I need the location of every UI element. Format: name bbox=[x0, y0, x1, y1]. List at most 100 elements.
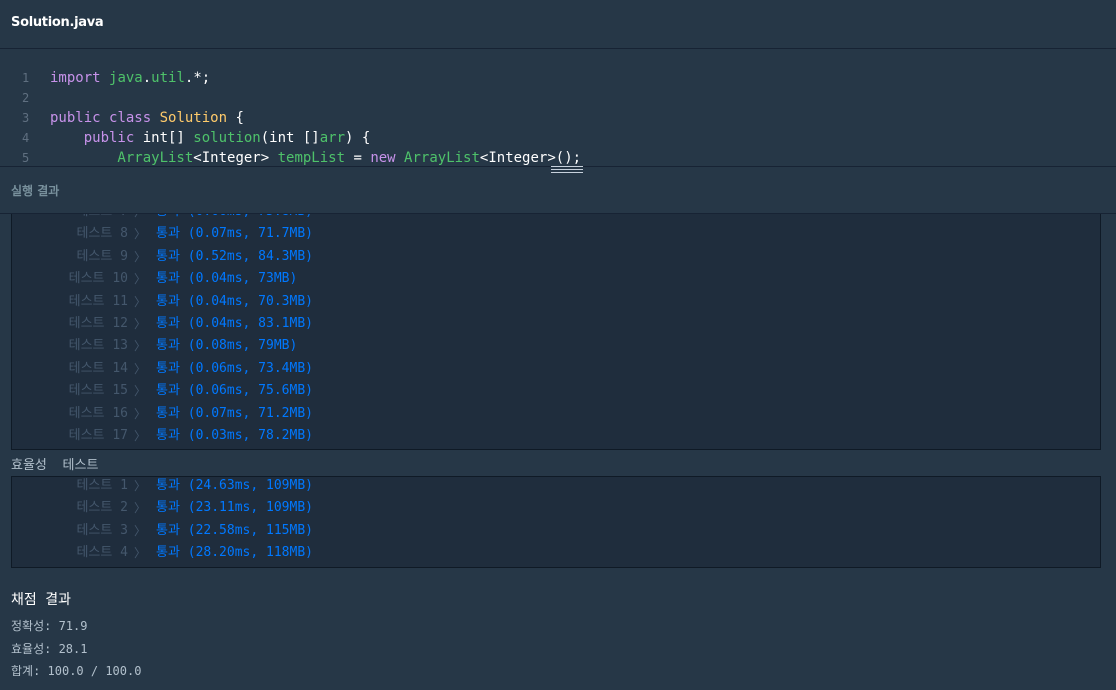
test-result-row[interactable]: 테스트 12 〉 통과 (0.04ms, 83.1MB) bbox=[12, 313, 1100, 335]
test-result-status: 통과 (0.06ms, 73.4MB) bbox=[156, 360, 313, 376]
chevron-right-icon: 〉 bbox=[134, 384, 147, 399]
efficiency-section-label: 효율성 테스트 bbox=[11, 458, 99, 473]
test-result-row[interactable]: 테스트 1 〉 통과 (24.63ms, 109MB) bbox=[12, 475, 1100, 497]
code-token: public bbox=[50, 130, 143, 146]
test-result-row[interactable]: 테스트 11 〉 통과 (0.04ms, 70.3MB) bbox=[12, 291, 1100, 313]
chevron-right-icon: 〉 bbox=[134, 294, 147, 309]
line-number: 3 bbox=[22, 111, 30, 125]
code-token: util bbox=[151, 70, 185, 86]
test-result-row[interactable]: 테스트 3 〉 통과 (22.58ms, 115MB) bbox=[12, 520, 1100, 542]
results-header: 실행 결과 bbox=[0, 166, 1116, 214]
test-result-row[interactable]: 테스트 4 〉 통과 (28.20ms, 118MB) bbox=[12, 542, 1100, 564]
code-token: class bbox=[109, 110, 160, 126]
test-label: 테스트 3 bbox=[76, 522, 128, 538]
file-header: Solution.java bbox=[0, 0, 1116, 49]
test-result-row[interactable]: 테스트 8 〉 통과 (0.07ms, 71.7MB) bbox=[12, 223, 1100, 245]
test-result-status: 통과 (0.08ms, 79MB) bbox=[156, 338, 298, 354]
test-result-row[interactable]: 테스트 2 〉 통과 (23.11ms, 109MB) bbox=[12, 497, 1100, 519]
test-result-status: 통과 (0.07ms, 71.2MB) bbox=[156, 405, 313, 421]
code-line[interactable]: 5 ArrayList<Integer> tempList = new Arra… bbox=[0, 148, 1116, 166]
test-label: 테스트 15 bbox=[68, 383, 128, 399]
test-label: 테스트 13 bbox=[68, 338, 128, 354]
chevron-right-icon: 〉 bbox=[134, 429, 147, 443]
chevron-right-icon: 〉 bbox=[134, 272, 147, 287]
test-label: 테스트 4 bbox=[76, 545, 128, 561]
code-token: (int [] bbox=[260, 130, 320, 146]
code-token: solution bbox=[193, 130, 261, 146]
test-label: 테스트 17 bbox=[68, 428, 128, 443]
chevron-right-icon: 〉 bbox=[134, 249, 147, 264]
line-number: 2 bbox=[22, 91, 30, 105]
code-line[interactable]: 3 public class Solution { bbox=[0, 108, 1116, 128]
test-label: 테스트 12 bbox=[68, 316, 128, 331]
code-text: ArrayList<Integer> tempList = new ArrayL… bbox=[50, 148, 581, 166]
code-line[interactable]: 4 public int[] solution(int []arr) { bbox=[0, 128, 1116, 148]
code-token: arr bbox=[319, 130, 346, 146]
efficiency-test-list: 테스트 1 〉 통과 (24.63ms, 109MB) 테스트 2 〉 통과 (23.11… bbox=[11, 476, 1101, 568]
code-token: ArrayList bbox=[404, 150, 480, 166]
code-token: ArrayList bbox=[50, 150, 194, 166]
test-label: 테스트 16 bbox=[68, 405, 128, 421]
code-token: tempList bbox=[277, 150, 346, 166]
test-result-row[interactable]: 테스트 14 〉 통과 (0.06ms, 73.4MB) bbox=[12, 358, 1100, 380]
chevron-right-icon: 〉 bbox=[134, 361, 147, 376]
code-token: public bbox=[50, 110, 110, 126]
line-number: 5 bbox=[22, 151, 30, 165]
code-token: Solution bbox=[159, 110, 228, 126]
chevron-right-icon: 〉 bbox=[134, 317, 147, 331]
chevron-right-icon: 〉 bbox=[134, 339, 147, 354]
code-token: . bbox=[142, 70, 152, 86]
code-token: java bbox=[109, 70, 143, 86]
test-label: 테스트 11 bbox=[68, 293, 128, 309]
accuracy-test-list: 테스트 7 〉 통과 (0.06ms, 75.8MB) 테스트 8 〉 통과 (0.07m… bbox=[11, 214, 1101, 450]
results-title: 실행 결과 bbox=[11, 184, 60, 198]
test-result-status: 통과 (0.04ms, 83.1MB) bbox=[156, 316, 313, 331]
test-result-status: 통과 (0.04ms, 70.3MB) bbox=[156, 293, 313, 309]
test-label: 테스트 1 bbox=[76, 478, 128, 493]
chevron-right-icon: 〉 bbox=[134, 406, 147, 421]
test-label: 테스트 14 bbox=[68, 360, 128, 376]
chevron-right-icon: 〉 bbox=[134, 501, 147, 516]
results-panel[interactable]: 테스트 7 〉 통과 (0.06ms, 75.8MB) 테스트 8 〉 통과 (0.07m… bbox=[0, 214, 1116, 690]
test-result-row[interactable]: 테스트 7 〉 통과 (0.06ms, 75.8MB) bbox=[12, 214, 1100, 223]
code-token: import bbox=[50, 70, 110, 86]
code-line[interactable]: 1 import java.util.*; bbox=[0, 68, 1116, 88]
test-result-status: 통과 (0.06ms, 75.6MB) bbox=[156, 383, 313, 399]
test-result-row[interactable]: 테스트 17 〉 통과 (0.03ms, 78.2MB) bbox=[12, 425, 1100, 447]
score-accuracy: 정확성: 71.9 bbox=[11, 619, 88, 633]
test-label: 테스트 10 bbox=[68, 271, 128, 287]
resize-handle[interactable] bbox=[551, 166, 583, 175]
chevron-right-icon: 〉 bbox=[134, 214, 146, 223]
code-token: <Integer>(); bbox=[479, 150, 582, 166]
score-efficiency: 효율성: 28.1 bbox=[11, 642, 88, 656]
test-result-row[interactable]: 테스트 10 〉 통과 (0.04ms, 73MB) bbox=[12, 268, 1100, 290]
code-token: ) { bbox=[345, 130, 371, 146]
test-label: 테스트 7 bbox=[12, 214, 128, 223]
chevron-right-icon: 〉 bbox=[134, 227, 147, 242]
code-token: int[] bbox=[142, 130, 194, 146]
code-token: new bbox=[370, 150, 405, 166]
test-result-status: 통과 (0.52ms, 84.3MB) bbox=[156, 248, 313, 264]
test-result-row[interactable]: 테스트 13 〉 통과 (0.08ms, 79MB) bbox=[12, 335, 1100, 357]
score-title: 채점 결과 bbox=[11, 592, 71, 608]
code-line[interactable]: 2 bbox=[0, 88, 1116, 108]
test-result-status: 통과 (23.11ms, 109MB) bbox=[156, 500, 313, 516]
test-label: 테스트 9 bbox=[76, 248, 128, 264]
code-token: = bbox=[345, 150, 371, 166]
line-number: 1 bbox=[22, 71, 30, 85]
chevron-right-icon: 〉 bbox=[134, 523, 147, 538]
code-token: <Integer> bbox=[193, 150, 278, 166]
code-editor[interactable]: 1 import java.util.*; 2 3 public class Solut… bbox=[0, 50, 1116, 166]
chevron-right-icon: 〉 bbox=[134, 479, 147, 493]
test-result-row[interactable]: 테스트 15 〉 통과 (0.06ms, 75.6MB) bbox=[12, 380, 1100, 402]
code-token: { bbox=[227, 110, 244, 126]
test-label: 테스트 2 bbox=[76, 500, 128, 516]
test-result-status: 통과 (0.07ms, 71.7MB) bbox=[156, 226, 313, 242]
test-result-status: 통과 (0.06ms, 75.8MB) bbox=[156, 214, 313, 223]
test-result-status: 통과 (28.20ms, 118MB) bbox=[156, 545, 313, 561]
test-result-status: 통과 (0.03ms, 78.2MB) bbox=[156, 428, 313, 443]
test-label: 테스트 8 bbox=[76, 226, 128, 242]
test-result-row[interactable]: 테스트 16 〉 통과 (0.07ms, 71.2MB) bbox=[12, 403, 1100, 425]
test-result-row[interactable]: 테스트 9 〉 통과 (0.52ms, 84.3MB) bbox=[12, 246, 1100, 268]
code-text: public int[] solution(int []arr) { bbox=[50, 128, 371, 148]
